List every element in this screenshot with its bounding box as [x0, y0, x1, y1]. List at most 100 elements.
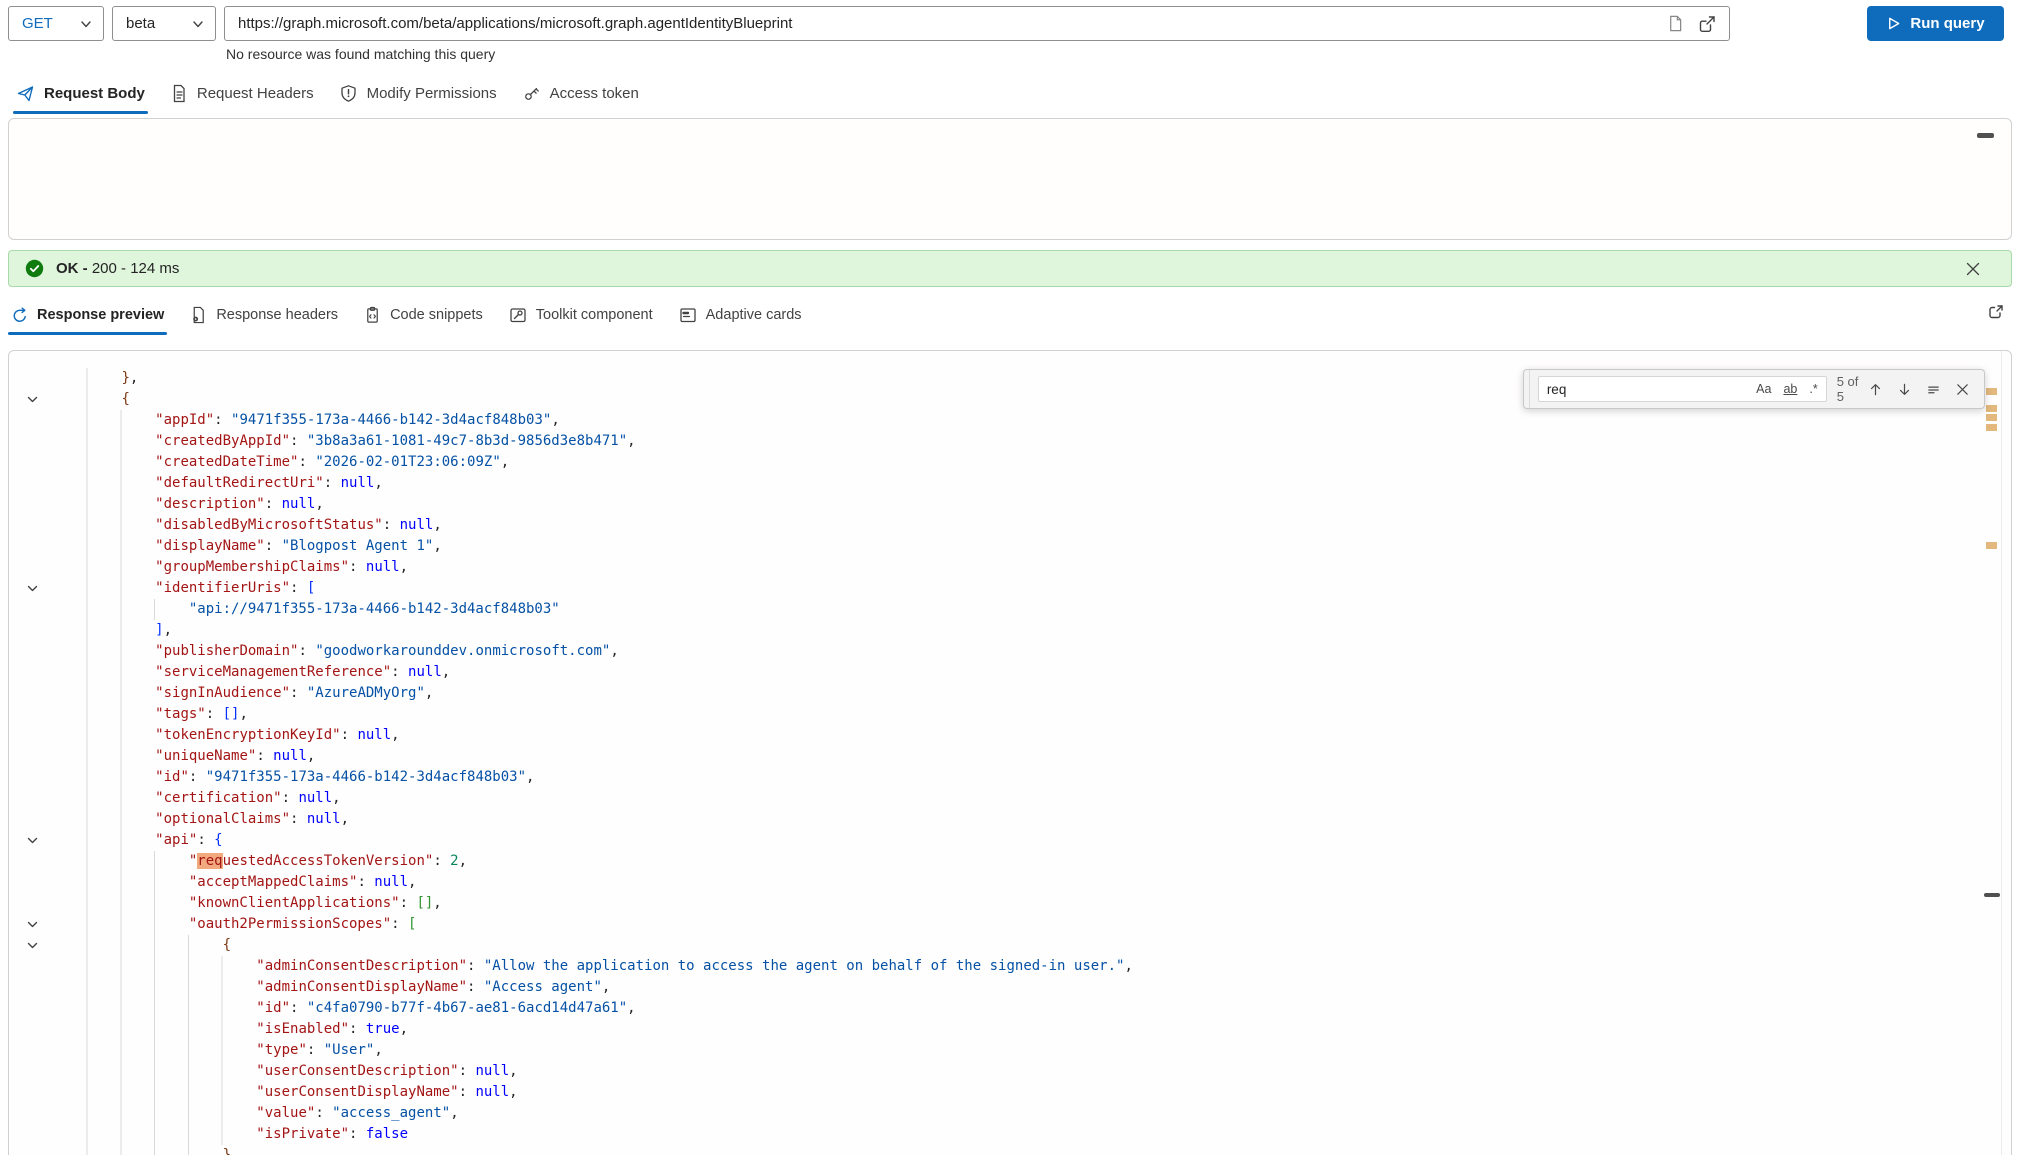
adaptive-cards-icon	[679, 306, 697, 324]
find-input[interactable]	[1538, 381, 1753, 397]
code-line: "acceptMappedClaims": null,	[9, 872, 2011, 893]
code-line: ],	[9, 620, 2011, 641]
gutter	[9, 536, 54, 557]
match-case-icon[interactable]: Aa	[1752, 381, 1775, 397]
response-status-bar: OK - 200 - 124 ms	[8, 250, 2012, 287]
regex-icon[interactable]: .*	[1805, 381, 1821, 397]
gutter	[9, 620, 54, 641]
graph-explorer-page: GET beta Run query No resource was found…	[0, 0, 2020, 1155]
code-line: "value": "access_agent",	[9, 1103, 2011, 1124]
gutter	[9, 1103, 54, 1124]
code-line: "type": "User",	[9, 1040, 2011, 1061]
fold-icon[interactable]	[9, 578, 54, 599]
scrollbar-thumb[interactable]	[1984, 893, 2000, 897]
code-line: "userConsentDescription": null,	[9, 1061, 2011, 1082]
tab-label: Code snippets	[390, 307, 483, 323]
tab-response-headers[interactable]: Response headers	[187, 300, 341, 335]
code-line: "tokenEncryptionKeyId": null,	[9, 725, 2011, 746]
gutter	[9, 788, 54, 809]
gutter	[9, 1124, 54, 1145]
code-line: "uniqueName": null,	[9, 746, 2011, 767]
gutter	[9, 872, 54, 893]
fold-icon[interactable]	[9, 914, 54, 935]
tab-label: Request Headers	[196, 85, 314, 102]
status-text: OK - 200 - 124 ms	[56, 260, 179, 277]
expand-icon[interactable]	[1986, 302, 2006, 322]
code-line: "description": null,	[9, 494, 2011, 515]
response-headers-icon	[190, 306, 207, 324]
status-code-label: OK -	[56, 260, 88, 277]
find-replace-toggle[interactable]	[1524, 370, 1530, 408]
tab-label: Response preview	[37, 307, 165, 323]
code-line: "tags": [],	[9, 704, 2011, 725]
request-body-editor[interactable]	[8, 118, 2012, 240]
gutter	[9, 977, 54, 998]
tab-request-headers[interactable]: Request Headers	[167, 78, 317, 114]
gutter	[9, 998, 54, 1019]
response-preview-editor[interactable]: }, { "appId": "9471f355-173a-4466-b142-3…	[8, 350, 2012, 1155]
scrollbar-thumb[interactable]	[1977, 133, 1994, 138]
version-dropdown[interactable]: beta	[112, 6, 216, 41]
version-value: beta	[126, 15, 156, 32]
gutter	[9, 641, 54, 662]
search-match-marker	[1986, 405, 1997, 412]
tab-access-token[interactable]: Access token	[519, 78, 642, 114]
gutter	[9, 956, 54, 977]
request-tabs: Request Body Request Headers Modify Perm…	[13, 78, 642, 114]
gutter	[9, 1145, 54, 1155]
tab-code-snippets[interactable]: Code snippets	[361, 300, 486, 335]
key-icon	[522, 84, 541, 103]
code-line: "isPrivate": false	[9, 1124, 2011, 1145]
fold-icon[interactable]	[9, 389, 54, 410]
response-tabs: Response preview Response headers Code s…	[8, 300, 805, 335]
url-input[interactable]	[225, 15, 1666, 32]
tab-modify-permissions[interactable]: Modify Permissions	[336, 78, 500, 114]
find-widget: Aa ab .* 5 of 5	[1523, 369, 1985, 409]
share-icon[interactable]	[1697, 14, 1717, 34]
code-line: "id": "c4fa0790-b77f-4b67-ae81-6acd14d47…	[9, 998, 2011, 1019]
code-line: "defaultRedirectUri": null,	[9, 473, 2011, 494]
play-icon	[1886, 16, 1901, 31]
gutter	[9, 452, 54, 473]
whole-word-icon[interactable]: ab	[1779, 381, 1801, 397]
gutter	[9, 494, 54, 515]
chevron-down-icon	[79, 17, 93, 31]
copy-icon[interactable]	[1666, 14, 1683, 33]
run-query-button[interactable]: Run query	[1867, 6, 2004, 41]
gutter	[9, 704, 54, 725]
arrow-down-icon[interactable]	[1897, 382, 1912, 397]
json-response-code: }, { "appId": "9471f355-173a-4466-b142-3…	[9, 368, 2011, 1155]
document-icon	[170, 84, 188, 103]
fold-icon[interactable]	[9, 935, 54, 956]
gutter	[9, 851, 54, 872]
query-hint-text: No resource was found matching this quer…	[226, 46, 496, 62]
tab-response-preview[interactable]: Response preview	[8, 301, 168, 335]
run-query-label: Run query	[1910, 15, 1985, 32]
tab-toolkit-component[interactable]: Toolkit component	[506, 300, 656, 335]
toolkit-icon	[509, 306, 527, 324]
find-close-icon[interactable]	[1955, 382, 1970, 397]
arrow-up-icon[interactable]	[1868, 382, 1883, 397]
code-line: "id": "9471f355-173a-4466-b142-3d4acf848…	[9, 767, 2011, 788]
gutter	[9, 1019, 54, 1040]
code-line: "groupMembershipClaims": null,	[9, 557, 2011, 578]
code-snippets-icon	[364, 306, 381, 324]
search-match-marker	[1986, 542, 1997, 549]
find-in-selection-icon[interactable]	[1926, 382, 1941, 397]
code-line: "userConsentDisplayName": null,	[9, 1082, 2011, 1103]
chevron-down-icon	[191, 17, 205, 31]
close-icon[interactable]	[1965, 261, 1981, 277]
gutter	[9, 599, 54, 620]
tab-adaptive-cards[interactable]: Adaptive cards	[676, 300, 805, 335]
tab-label: Request Body	[44, 85, 145, 102]
code-line: {	[9, 935, 2011, 956]
code-line: "optionalClaims": null,	[9, 809, 2011, 830]
search-match-marker	[1986, 414, 1997, 421]
code-line: "requestedAccessTokenVersion": 2,	[9, 851, 2011, 872]
search-match-marker	[1986, 424, 1997, 431]
fold-icon[interactable]	[9, 830, 54, 851]
method-dropdown[interactable]: GET	[8, 6, 104, 41]
gutter	[9, 431, 54, 452]
method-value: GET	[22, 15, 53, 32]
tab-request-body[interactable]: Request Body	[13, 78, 148, 114]
